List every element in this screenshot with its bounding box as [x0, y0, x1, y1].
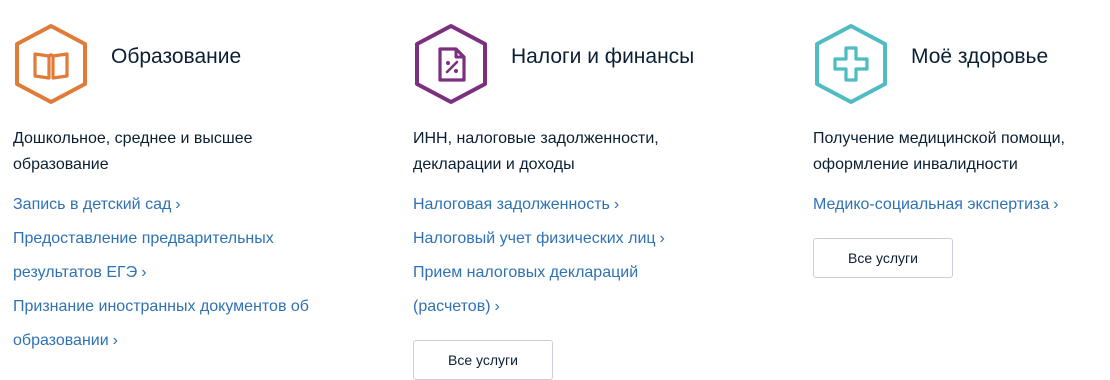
link-label: Медико-социальная экспертиза — [813, 196, 1050, 213]
link-foreign-documents[interactable]: Признание иностранных документов об обра… — [13, 290, 313, 358]
link-tax-declarations[interactable]: Прием налоговых деклараций (расчетов) › — [413, 256, 713, 324]
link-tax-debt[interactable]: Налоговая задолженность › — [413, 188, 713, 222]
link-label: Налоговая задолженность — [413, 196, 610, 213]
link-kindergarten-enrollment[interactable]: Запись в детский сад › — [13, 188, 313, 222]
chevron-right-icon: › — [141, 264, 147, 281]
link-label: Прием налоговых деклараций (расчетов) — [413, 264, 639, 315]
category-header: Налоги и финансы — [413, 22, 713, 106]
link-ege-results[interactable]: Предоставление предварительных результат… — [13, 222, 313, 290]
chevron-right-icon: › — [175, 196, 181, 213]
all-services-button[interactable]: Все услуги — [413, 340, 553, 380]
service-links: Запись в детский сад › Предоставление пре… — [13, 188, 313, 358]
chevron-right-icon: › — [112, 332, 118, 349]
tax-document-icon — [415, 24, 487, 104]
chevron-right-icon: › — [613, 196, 620, 213]
category-title: Образование — [111, 45, 242, 68]
all-services-button[interactable]: Все услуги — [813, 238, 953, 278]
category-title: Моё здоровье — [911, 45, 1049, 68]
category-education: Образование Дошкольное, среднее и высшее… — [13, 22, 313, 358]
category-header: Моё здоровье — [813, 22, 1110, 106]
link-label: Признание иностранных документов об обра… — [13, 298, 309, 349]
link-label: Запись в детский сад — [13, 196, 172, 213]
category-description: ИНН, налоговые задолженности, декларации… — [413, 130, 659, 173]
category-taxes: Налоги и финансы ИНН, налоговые задолжен… — [413, 22, 713, 380]
category-header: Образование — [13, 22, 313, 106]
chevron-right-icon: › — [494, 298, 500, 315]
link-medical-social-expertise[interactable]: Медико-социальная экспертиза › — [813, 188, 1110, 222]
book-icon — [15, 24, 87, 104]
chevron-right-icon: › — [1053, 196, 1059, 213]
category-title: Налоги и финансы — [511, 45, 695, 68]
service-links: Медико-социальная экспертиза › — [813, 188, 1110, 222]
category-description: Получение медицинской помощи, оформление… — [813, 130, 1065, 173]
link-label: Налоговый учет физических лиц — [413, 230, 656, 247]
service-links: Налоговая задолженность › Налоговый учет … — [413, 188, 713, 324]
link-tax-registration[interactable]: Налоговый учет физических лиц › — [413, 222, 713, 256]
category-health: Моё здоровье Получение медицинской помощ… — [813, 22, 1110, 278]
medical-cross-icon — [815, 24, 887, 104]
chevron-right-icon: › — [659, 230, 665, 247]
category-description: Дошкольное, среднее и высшее образование — [13, 130, 253, 173]
